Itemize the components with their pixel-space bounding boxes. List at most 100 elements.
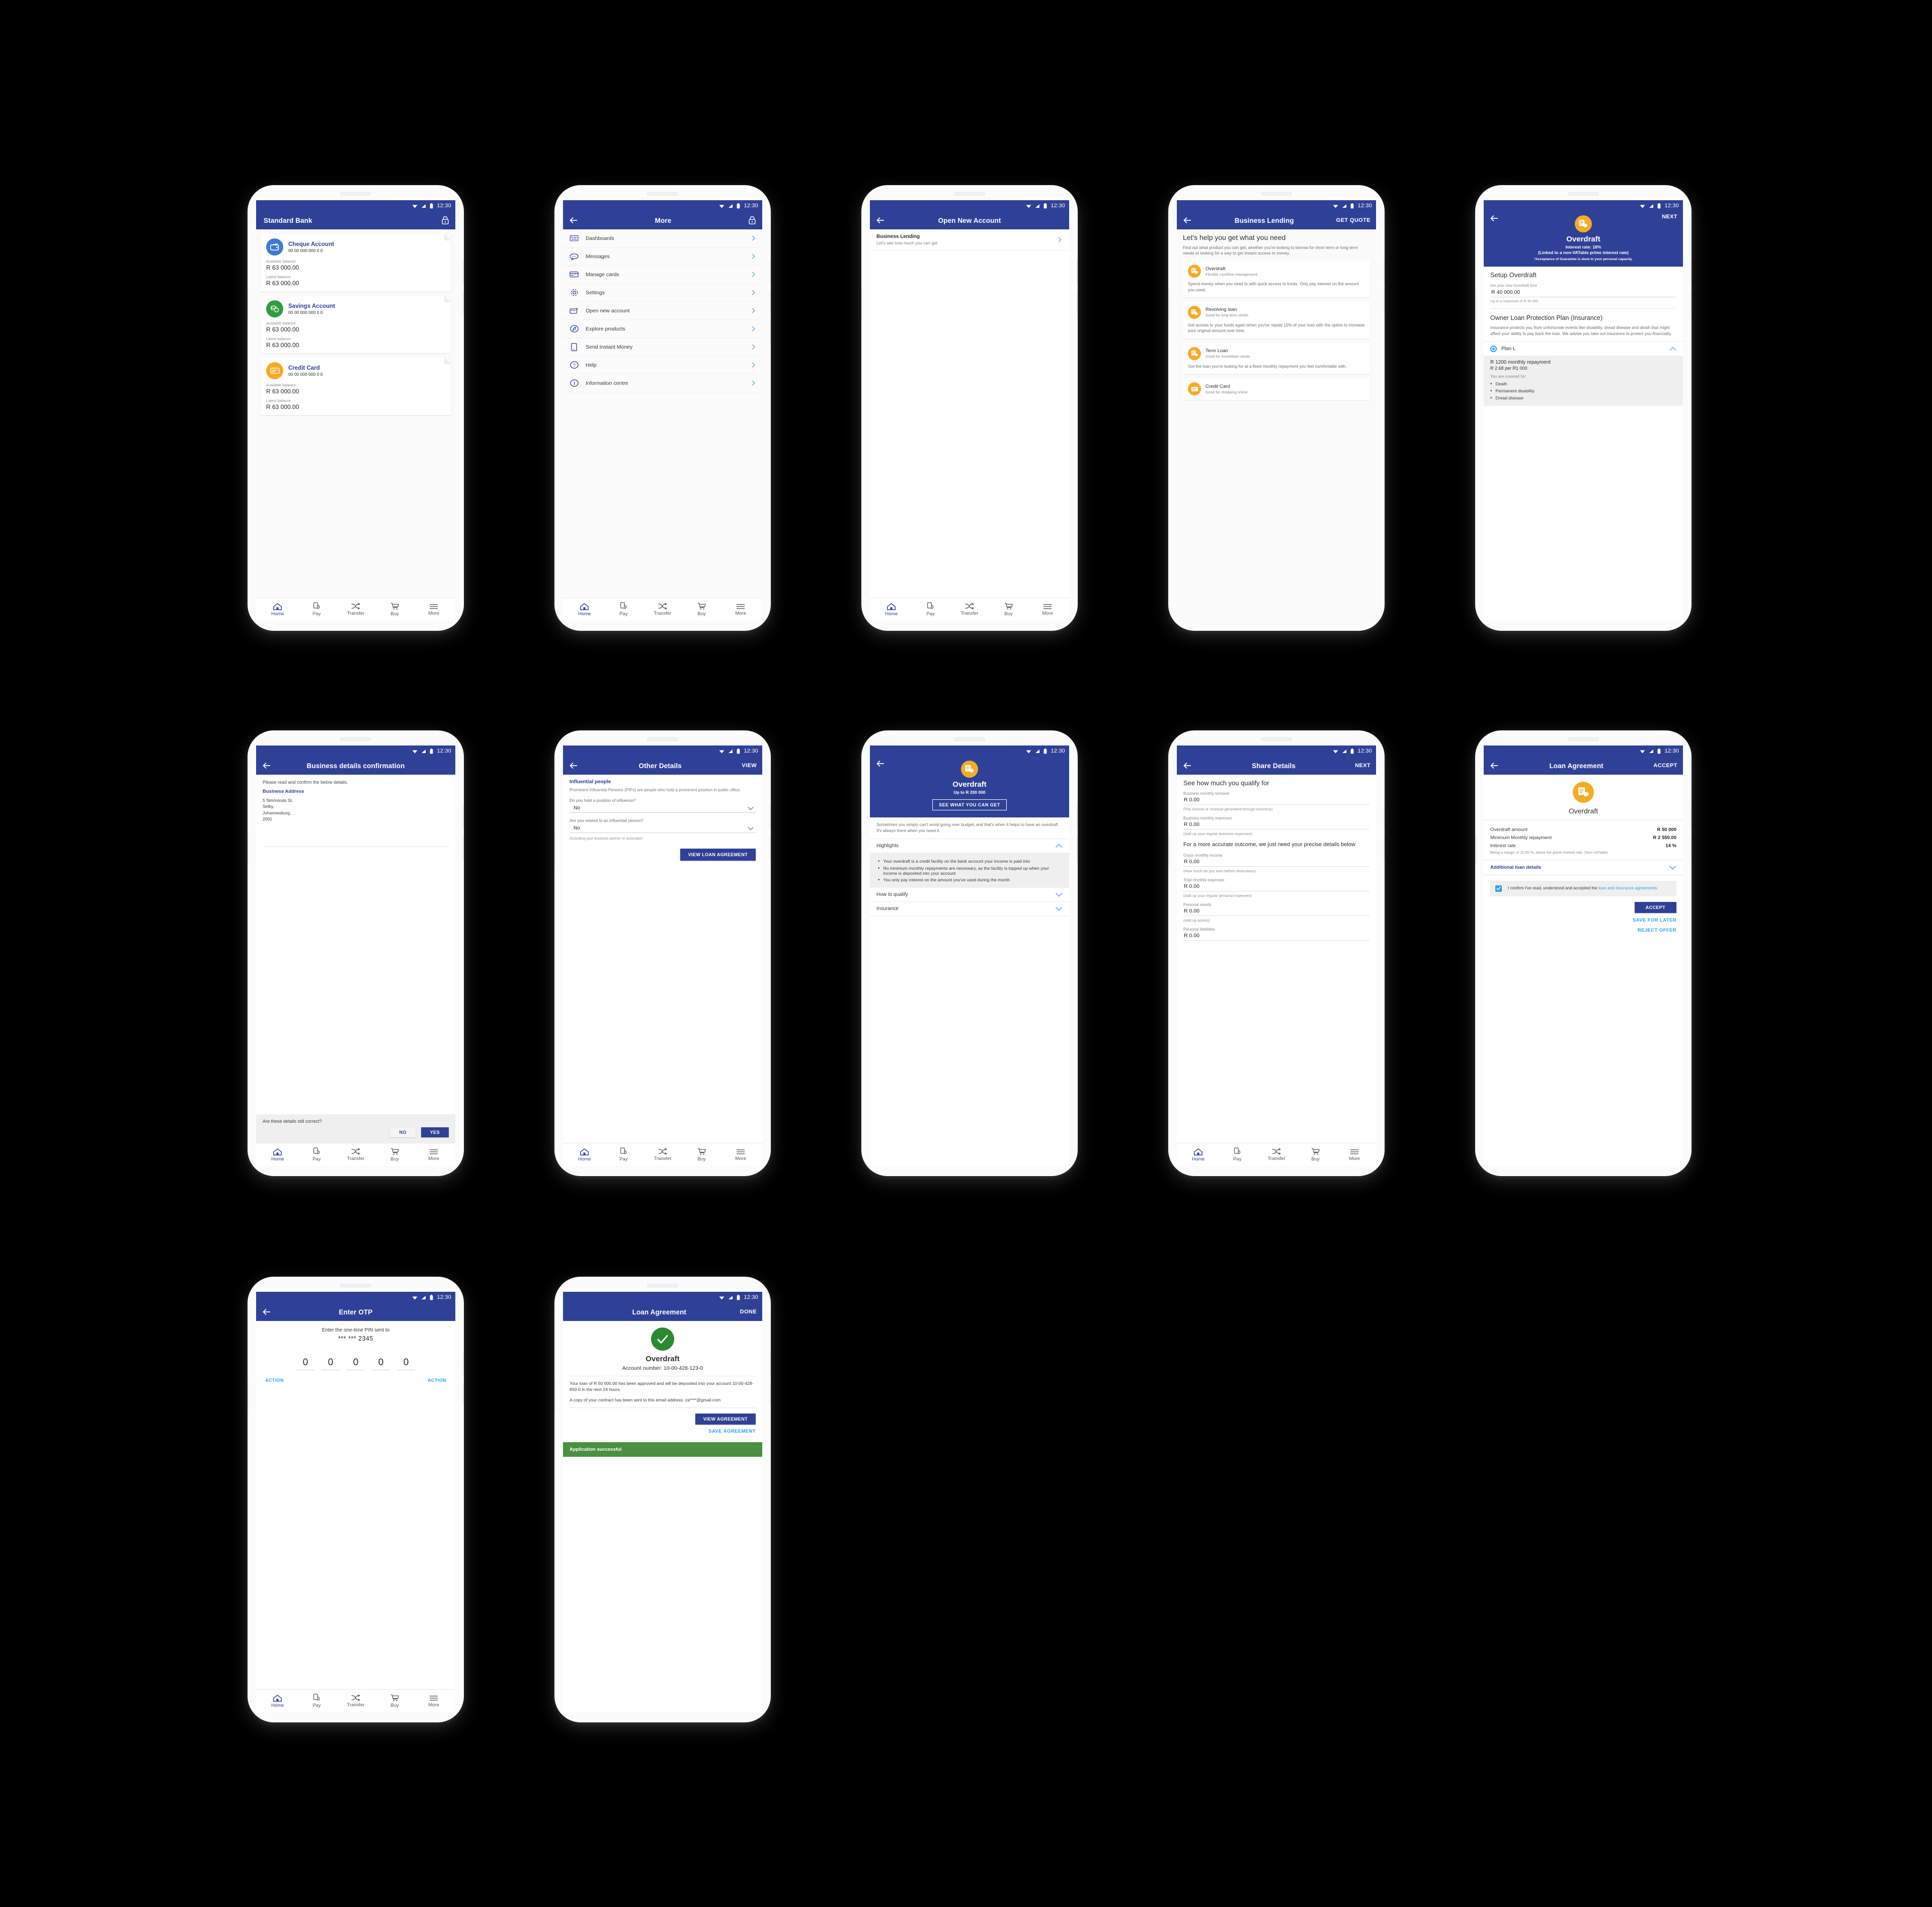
nav-transfer[interactable]: Transfer xyxy=(1259,1148,1294,1162)
save-for-later-link[interactable]: SAVE FOR LATER xyxy=(1633,918,1676,923)
back-arrow-icon[interactable] xyxy=(569,215,579,225)
no-button[interactable]: NO xyxy=(390,1127,416,1137)
nav-more[interactable]: More xyxy=(723,603,758,616)
nav-more[interactable]: More xyxy=(417,1695,451,1708)
business-expenses-input[interactable]: R 0.00 xyxy=(1183,820,1370,830)
accordion-insurance[interactable]: Insurance xyxy=(870,902,1069,917)
account-card[interactable]: Cheque Account 00 00 000 000 0 0 Availab… xyxy=(261,234,451,291)
menu-item-messages[interactable]: Messages xyxy=(563,247,762,266)
menu-item-information-centre[interactable]: Information centre xyxy=(563,374,762,392)
see-what-you-can-get-button[interactable]: SEE WHAT YOU CAN GET xyxy=(932,799,1007,811)
chevron-up-icon[interactable] xyxy=(1669,347,1676,351)
nav-home[interactable]: Home xyxy=(874,603,909,617)
nav-home[interactable]: Home xyxy=(568,1148,602,1162)
otp-digit-2[interactable]: 0 xyxy=(321,1357,340,1370)
accordion-additional-loan-details[interactable]: Additional loan details xyxy=(1484,859,1683,875)
accordion-highlights[interactable]: Highlights xyxy=(870,839,1069,854)
personal-liabilities-input[interactable]: R 0.00 xyxy=(1183,932,1370,941)
nav-home[interactable]: Home xyxy=(261,1694,295,1708)
view-agreement-button[interactable]: VIEW AGREEMENT xyxy=(695,1414,756,1425)
menu-item-send-instant-money[interactable]: Send Instant Money xyxy=(563,338,762,356)
menu-item-settings[interactable]: Settings xyxy=(563,284,762,302)
business-turnover-input[interactable]: R 0.00 xyxy=(1183,796,1370,805)
back-arrow-icon[interactable] xyxy=(569,761,579,771)
nav-more[interactable]: More xyxy=(417,1148,451,1162)
reject-offer-link[interactable]: REJECT OFFER xyxy=(1638,928,1676,933)
nav-more[interactable]: More xyxy=(1337,1148,1372,1162)
nav-buy[interactable]: Buy xyxy=(685,1147,719,1162)
nav-more[interactable]: More xyxy=(417,603,451,616)
nav-transfer[interactable]: Transfer xyxy=(646,603,680,616)
nav-buy[interactable]: Buy xyxy=(378,602,412,617)
radio-selected-icon[interactable] xyxy=(1490,346,1497,353)
nav-pay[interactable]: Pay xyxy=(299,1147,334,1162)
nav-buy[interactable]: Buy xyxy=(1299,1147,1333,1162)
nav-more[interactable]: More xyxy=(1030,603,1065,616)
nav-home[interactable]: Home xyxy=(568,603,602,617)
save-agreement-link[interactable]: SAVE AGREEMENT xyxy=(708,1429,756,1434)
checkbox-checked-icon[interactable] xyxy=(1495,885,1502,892)
next-button[interactable]: NEXT xyxy=(1355,763,1371,769)
accept-button[interactable]: ACCEPT xyxy=(1634,901,1676,913)
back-arrow-icon[interactable] xyxy=(875,215,886,225)
otp-digit-4[interactable]: 0 xyxy=(372,1357,390,1370)
otp-action-left[interactable]: ACTION xyxy=(265,1378,284,1383)
back-arrow-icon[interactable] xyxy=(262,761,272,771)
nav-pay[interactable]: Pay xyxy=(913,602,947,617)
menu-item-manage-cards[interactable]: Manage cards xyxy=(563,266,762,284)
otp-action-right[interactable]: ACTION xyxy=(428,1378,446,1383)
nav-buy[interactable]: Buy xyxy=(378,1694,412,1708)
product-card-revolving-loan[interactable]: Revolving loan Good for long term needs … xyxy=(1183,301,1370,339)
product-card-term-loan[interactable]: Term Loan Good for immediate needs Get t… xyxy=(1183,343,1370,374)
nav-buy[interactable]: Buy xyxy=(378,1147,412,1162)
question-2-select[interactable]: No xyxy=(570,824,756,834)
product-card-credit-card[interactable]: Credit Card Good for shopping online xyxy=(1183,378,1370,400)
nav-home[interactable]: Home xyxy=(261,1148,295,1162)
total-expenses-input[interactable]: R 0.00 xyxy=(1183,882,1370,891)
account-card[interactable]: Savings Account 00 00 000 000 0 0 Availa… xyxy=(261,296,451,353)
yes-button[interactable]: YES xyxy=(421,1127,449,1137)
view-button[interactable]: VIEW xyxy=(742,763,757,769)
nav-pay[interactable]: Pay xyxy=(1220,1147,1254,1162)
lock-icon[interactable] xyxy=(441,215,450,225)
plan-selector[interactable]: Plan L xyxy=(1484,341,1683,356)
nav-pay[interactable]: Pay xyxy=(299,1694,334,1708)
nav-buy[interactable]: Buy xyxy=(685,602,719,617)
done-button[interactable]: DONE xyxy=(740,1309,757,1315)
nav-transfer[interactable]: Transfer xyxy=(952,603,987,616)
personal-assets-input[interactable]: R 0.00 xyxy=(1183,907,1370,916)
nav-transfer[interactable]: Transfer xyxy=(646,1148,680,1162)
menu-item-open-new-account[interactable]: Open new account xyxy=(563,302,762,320)
menu-item-explore-products[interactable]: Explore products xyxy=(563,320,762,338)
back-arrow-icon[interactable] xyxy=(1489,761,1499,771)
accordion-how-to-qualify[interactable]: How to qualify xyxy=(870,888,1069,902)
nav-buy[interactable]: Buy xyxy=(992,602,1026,617)
list-item[interactable]: Business Lending Let's see how much you … xyxy=(870,229,1069,251)
otp-digit-5[interactable]: 0 xyxy=(397,1357,415,1370)
back-arrow-icon[interactable] xyxy=(1182,761,1192,771)
gross-income-input[interactable]: R 0.00 xyxy=(1183,858,1370,867)
account-card[interactable]: Credit Card 00 00 000 000 0 0 Available … xyxy=(261,358,451,415)
back-arrow-icon[interactable] xyxy=(875,759,886,769)
lock-icon[interactable] xyxy=(748,215,757,225)
get-quote-button[interactable]: GET QUOTE xyxy=(1336,217,1371,223)
accept-action-button[interactable]: ACCEPT xyxy=(1653,763,1677,769)
nav-transfer[interactable]: Transfer xyxy=(339,1694,373,1708)
nav-pay[interactable]: Pay xyxy=(299,602,334,617)
nav-transfer[interactable]: Transfer xyxy=(339,603,373,616)
nav-pay[interactable]: Pay xyxy=(606,602,640,617)
nav-more[interactable]: More xyxy=(723,1148,758,1162)
product-card-overdraft[interactable]: Overdraft Flexible cashflow management. … xyxy=(1183,261,1370,297)
back-arrow-icon[interactable] xyxy=(1489,213,1499,223)
nav-transfer[interactable]: Transfer xyxy=(339,1148,373,1162)
menu-item-help[interactable]: ? Help xyxy=(563,356,762,374)
otp-digit-3[interactable]: 0 xyxy=(347,1357,365,1370)
view-loan-agreement-button[interactable]: VIEW LOAN AGREEMENT xyxy=(680,849,756,861)
back-arrow-icon[interactable] xyxy=(262,1307,272,1317)
otp-digit-1[interactable]: 0 xyxy=(296,1357,314,1370)
nav-home[interactable]: Home xyxy=(261,603,295,617)
next-button[interactable]: NEXT xyxy=(1662,214,1677,220)
menu-item-dashboards[interactable]: Dashboards xyxy=(563,229,762,247)
back-arrow-icon[interactable] xyxy=(1182,215,1192,225)
agreements-link[interactable]: loan and insurance agreements. xyxy=(1598,885,1658,890)
